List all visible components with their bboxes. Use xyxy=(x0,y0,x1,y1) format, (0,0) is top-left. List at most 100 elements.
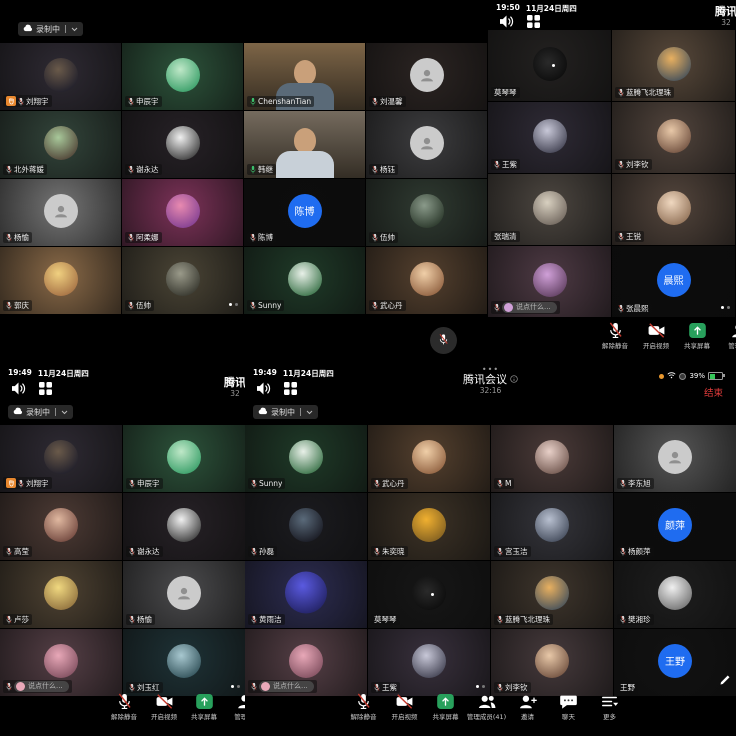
participant-name: 王锐 xyxy=(626,232,641,241)
participant-tile[interactable]: 陈博陈博 xyxy=(244,179,365,246)
camoff-button[interactable]: 开启视频 xyxy=(386,692,423,721)
invite-button[interactable]: 邀请 xyxy=(509,692,546,721)
participant-tile[interactable]: 北外蒋媛 xyxy=(0,111,121,178)
chat-button[interactable]: 聊天 xyxy=(550,692,587,721)
participant-tile[interactable]: 申辰宇 xyxy=(123,425,245,492)
participant-name: M xyxy=(505,479,511,488)
members-button[interactable]: 管理成员(41) xyxy=(468,692,505,721)
participant-tile[interactable]: 杨愉 xyxy=(0,179,121,246)
participant-tile[interactable]: 说点什么... xyxy=(0,629,122,696)
participant-tile[interactable]: 刘温馨 xyxy=(366,43,487,110)
participant-tile[interactable]: 卢莎 xyxy=(0,561,122,628)
my-mic-muted-button[interactable] xyxy=(430,327,457,354)
participant-tile[interactable]: Sunny xyxy=(244,247,365,314)
avatar xyxy=(44,193,78,227)
name-label: 说点什么... xyxy=(248,680,317,693)
participant-tile[interactable]: 韩继 xyxy=(244,111,365,178)
meeting-window-bottom-right: 19:49 11月24日周四 ••• 腾讯会议 32:16 39% 结束 录制中 xyxy=(245,365,736,736)
participant-tile[interactable]: 武心丹 xyxy=(368,425,490,492)
participant-tile[interactable]: 杨钰 xyxy=(366,111,487,178)
micoff-button[interactable]: 解除静音 xyxy=(345,692,382,721)
participant-tile[interactable]: 蓝腾飞北理珠 xyxy=(612,30,735,101)
participant-tile[interactable]: 阿柔娜 xyxy=(122,179,243,246)
participant-tile[interactable]: 黄雨洁 xyxy=(245,561,367,628)
layout-grid-icon[interactable] xyxy=(39,380,52,399)
annotation-pen-icon[interactable] xyxy=(719,674,731,686)
avatar xyxy=(167,439,201,473)
info-icon[interactable] xyxy=(510,373,518,386)
toolbar-label: 解除静音 xyxy=(351,713,377,721)
share-button[interactable]: 共享屏幕 xyxy=(186,692,222,721)
participant-name: 刘李钦 xyxy=(626,160,649,169)
camoff-button[interactable]: 开启视频 xyxy=(639,321,673,350)
participant-tile[interactable]: 莫琴琴 xyxy=(488,30,611,101)
avatar xyxy=(44,125,78,159)
member-button[interactable]: 管理成 xyxy=(721,321,736,350)
participant-name: 伍帅 xyxy=(136,301,151,310)
chat-quick-input[interactable]: 说点什么... xyxy=(14,681,69,692)
avatar xyxy=(412,439,446,473)
participant-tile[interactable]: 伍帅 xyxy=(122,247,243,314)
micoff-button[interactable]: 解除静音 xyxy=(106,692,142,721)
participant-tile[interactable]: 晨熙张晨熙 xyxy=(612,246,735,317)
participant-tile[interactable]: 朱奕晓 xyxy=(368,493,490,560)
speaker-icon[interactable] xyxy=(256,380,271,399)
orange-indicator-dot xyxy=(659,374,664,379)
participant-tile[interactable]: 张瑞清 xyxy=(488,174,611,245)
share-button[interactable]: 共享屏幕 xyxy=(427,692,464,721)
participant-tile[interactable]: 刘玉红 xyxy=(123,629,245,696)
speaker-icon[interactable] xyxy=(11,380,26,399)
participant-tile[interactable]: 说点什么... xyxy=(488,246,611,317)
name-label: 黄雨洁 xyxy=(248,614,285,625)
participant-tile[interactable]: 莫琴琴 xyxy=(368,561,490,628)
end-meeting-button[interactable]: 结束 xyxy=(704,385,723,399)
participant-tile[interactable]: 谢永达 xyxy=(123,493,245,560)
participant-tile[interactable]: 樊湘珍 xyxy=(614,561,736,628)
participant-tile[interactable]: 王紫 xyxy=(488,102,611,173)
date: 11月24日周四 xyxy=(38,368,89,379)
participant-tile[interactable]: ChenshanTian xyxy=(244,43,365,110)
participant-tile[interactable]: M xyxy=(491,425,613,492)
avatar xyxy=(288,261,322,295)
participant-tile[interactable]: 颜萍杨颜萍 xyxy=(614,493,736,560)
name-label: 高莹 xyxy=(3,546,32,557)
participant-tile[interactable]: 高莹 xyxy=(0,493,122,560)
participant-tile[interactable]: 武心丹 xyxy=(366,247,487,314)
participant-name: 蓝腾飞北理珠 xyxy=(626,88,671,97)
participant-tile[interactable]: 伍帅 xyxy=(366,179,487,246)
chat-avatar xyxy=(504,303,513,312)
participant-tile[interactable]: 李东旭 xyxy=(614,425,736,492)
member-button[interactable]: 管理成 xyxy=(226,692,245,721)
participant-tile[interactable]: 郭庆 xyxy=(0,247,121,314)
mic-muted-icon xyxy=(618,160,624,169)
chat-quick-input[interactable]: 说点什么... xyxy=(259,681,314,692)
avatar xyxy=(289,439,323,473)
participant-tile[interactable]: 谢永达 xyxy=(122,111,243,178)
camoff-button[interactable]: 开启视频 xyxy=(146,692,182,721)
clock: 19:49 xyxy=(253,368,277,379)
layout-grid-icon[interactable] xyxy=(284,380,297,399)
participant-tile[interactable]: 孙磊 xyxy=(245,493,367,560)
recording-badge[interactable]: 录制中 xyxy=(8,405,73,419)
participant-tile[interactable]: 蓝腾飞北理珠 xyxy=(491,561,613,628)
participant-tile[interactable]: 刘翔宇 xyxy=(0,43,121,110)
share-button[interactable]: 共享屏幕 xyxy=(680,321,714,350)
chat-quick-input[interactable]: 说点什么... xyxy=(502,302,557,313)
divider xyxy=(65,25,66,33)
micoff-button[interactable]: 解除静音 xyxy=(598,321,632,350)
participant-tile[interactable]: 说点什么... xyxy=(245,629,367,696)
participant-tile[interactable]: 刘李钦 xyxy=(491,629,613,696)
participant-tile[interactable]: 王野王野 xyxy=(614,629,736,696)
participant-tile[interactable]: 宫玉洁 xyxy=(491,493,613,560)
participant-tile[interactable]: Sunny xyxy=(245,425,367,492)
participant-tile[interactable]: 刘翔宇 xyxy=(0,425,122,492)
participant-tile[interactable]: 刘李钦 xyxy=(612,102,735,173)
name-label: 刘翔宇 xyxy=(3,95,52,107)
recording-badge[interactable]: 录制中 xyxy=(18,22,83,36)
recording-badge[interactable]: 录制中 xyxy=(253,405,318,419)
more-button[interactable]: 更多 xyxy=(591,692,628,721)
participant-tile[interactable]: 杨愉 xyxy=(123,561,245,628)
participant-tile[interactable]: 王紫 xyxy=(368,629,490,696)
participant-tile[interactable]: 申辰宇 xyxy=(122,43,243,110)
participant-tile[interactable]: 王锐 xyxy=(612,174,735,245)
